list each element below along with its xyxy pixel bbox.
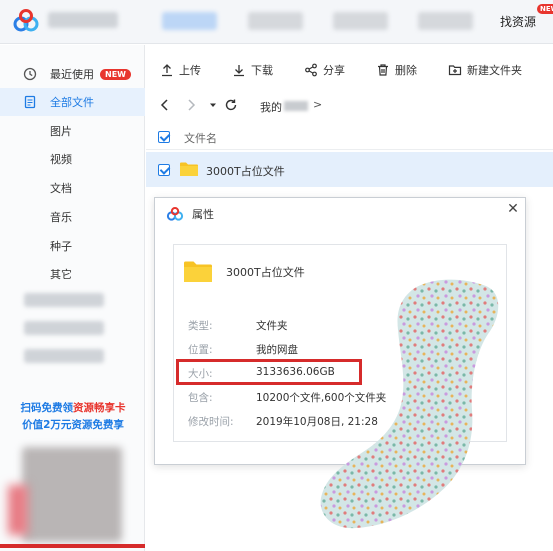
app-window: 找资源 NEW 最近使用 NEW 全部文件 图片 视频 文档 音乐 种子 其它 xyxy=(0,0,553,551)
sidebar-item-label: 音乐 xyxy=(50,211,72,224)
upload-icon xyxy=(162,64,172,77)
new-folder-button[interactable]: 新建文件夹 xyxy=(448,62,522,78)
sidebar-item-videos[interactable]: 视频 xyxy=(0,145,145,173)
folder-icon xyxy=(180,162,198,176)
sidebar-item-label: 其它 xyxy=(50,268,72,281)
refresh-icon[interactable] xyxy=(224,98,238,112)
table-row[interactable]: 3000T占位文件 xyxy=(146,152,553,187)
sidebar-item-other[interactable]: 其它 xyxy=(0,260,145,288)
column-header-name[interactable]: 文件名 xyxy=(184,130,217,146)
sidebar-item-label: 图片 xyxy=(50,125,72,138)
trash-icon xyxy=(378,64,388,76)
download-label: 下载 xyxy=(251,64,273,77)
sidebar-item-redacted[interactable] xyxy=(24,293,104,307)
share-icon xyxy=(305,63,317,77)
sidebar-item-recent[interactable]: 最近使用 NEW xyxy=(0,60,145,88)
sidebar-item-images[interactable]: 图片 xyxy=(0,117,145,145)
qr-code-redacted[interactable] xyxy=(22,447,122,542)
tab-redacted-active[interactable] xyxy=(162,12,217,30)
new-folder-label: 新建文件夹 xyxy=(467,64,522,77)
sidebar-item-music[interactable]: 音乐 xyxy=(0,203,145,231)
sidebar-item-label: 全部文件 xyxy=(50,96,94,109)
tab-redacted[interactable] xyxy=(248,12,303,30)
sidebar-item-label: 视频 xyxy=(50,153,72,166)
download-button[interactable]: 下载 xyxy=(232,62,273,78)
breadcrumb[interactable]: 我的 xyxy=(260,99,282,115)
sidebar-item-redacted[interactable] xyxy=(24,321,104,335)
app-logo-icon xyxy=(166,207,184,221)
new-badge: NEW xyxy=(537,4,553,14)
prop-label-type: 类型: xyxy=(188,320,213,332)
prop-label-location: 位置: xyxy=(188,344,213,356)
decoration xyxy=(8,485,28,535)
toolbar: 上传 下载 分享 删除 新建文件夹 xyxy=(146,55,553,85)
app-name-redacted xyxy=(48,12,118,28)
sidebar-item-all-files[interactable]: 全部文件 xyxy=(0,88,145,116)
delete-button[interactable]: 删除 xyxy=(376,62,417,78)
dialog-title-bar: 属性 xyxy=(166,206,214,222)
prop-label-modified: 修改时间: xyxy=(188,416,234,428)
sidebar-item-redacted[interactable] xyxy=(24,349,104,363)
dropdown-icon[interactable] xyxy=(206,98,220,112)
top-bar: 找资源 NEW xyxy=(0,0,553,44)
delete-label: 删除 xyxy=(395,64,417,77)
select-all-checkbox[interactable] xyxy=(158,131,170,143)
file-list-header: 文件名 xyxy=(146,124,553,150)
prop-label-contains: 包含: xyxy=(188,392,213,404)
row-checkbox[interactable] xyxy=(158,164,170,176)
breadcrumb-redacted xyxy=(284,101,308,111)
folder-icon xyxy=(184,261,212,282)
file-name: 3000T占位文件 xyxy=(206,165,285,178)
sidebar-item-label: 文档 xyxy=(50,182,72,195)
dialog-title: 属性 xyxy=(192,208,214,221)
dialog-file-name: 3000T占位文件 xyxy=(226,266,305,279)
sidebar-item-label: 种子 xyxy=(50,240,72,253)
sidebar: 最近使用 NEW 全部文件 图片 视频 文档 音乐 种子 其它 扫码免费领资源畅… xyxy=(0,45,145,551)
share-label: 分享 xyxy=(323,64,345,77)
new-folder-icon xyxy=(448,65,462,76)
tab-redacted[interactable] xyxy=(333,12,388,30)
promo-text[interactable]: 扫码免费领资源畅享卡 价值2万元资源免费享 xyxy=(8,400,138,434)
promo-line: 扫码免费领 xyxy=(20,402,74,414)
breadcrumb-separator: > xyxy=(313,98,323,111)
new-badge: NEW xyxy=(100,68,131,80)
prop-value-type: 文件夹 xyxy=(256,320,288,332)
share-button[interactable]: 分享 xyxy=(304,62,345,78)
app-logo-icon[interactable] xyxy=(12,9,40,33)
close-icon[interactable]: ✕ xyxy=(505,201,521,217)
sidebar-item-label: 最近使用 xyxy=(50,68,94,81)
back-icon[interactable] xyxy=(158,98,172,112)
address-bar: 我的 > xyxy=(146,92,553,120)
watermark-sticker xyxy=(320,279,499,529)
sidebar-item-documents[interactable]: 文档 xyxy=(0,174,145,202)
forward-icon[interactable] xyxy=(184,98,198,112)
tab-redacted[interactable] xyxy=(418,12,473,30)
upload-label: 上传 xyxy=(179,64,201,77)
upload-button[interactable]: 上传 xyxy=(160,62,201,78)
sidebar-bottom-bar xyxy=(0,544,145,548)
document-icon xyxy=(24,95,36,109)
download-icon xyxy=(234,65,244,77)
promo-highlight: 资源畅享卡 xyxy=(73,402,126,414)
find-resources-link[interactable]: 找资源 xyxy=(500,13,536,30)
promo-line: 价值2万元资源免费享 xyxy=(22,419,124,431)
prop-value-location: 我的网盘 xyxy=(256,344,298,356)
clock-icon xyxy=(23,67,37,81)
sidebar-item-torrents[interactable]: 种子 xyxy=(0,232,145,260)
